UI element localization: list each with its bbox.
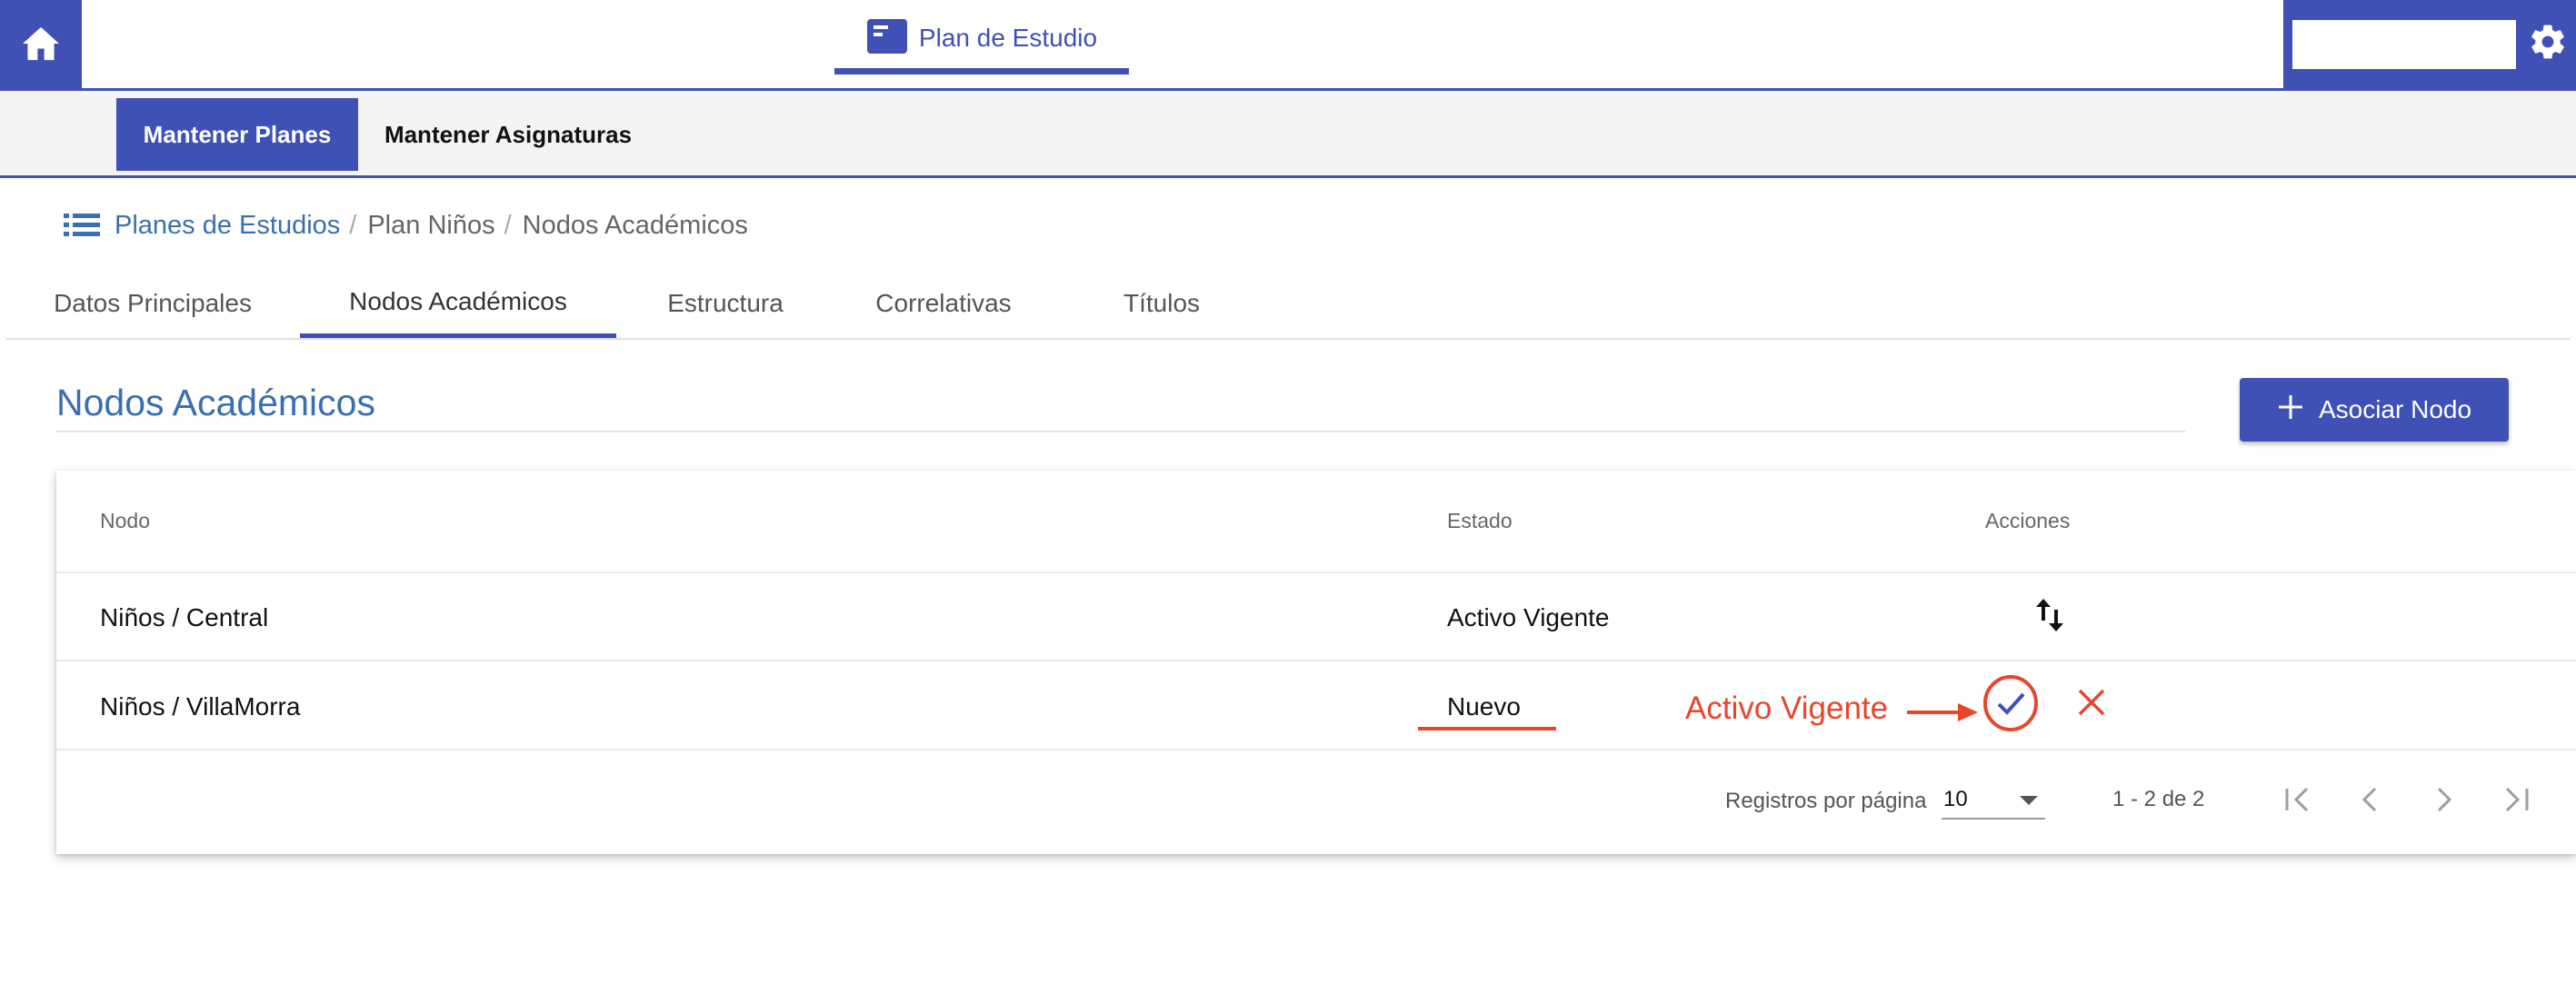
home-icon <box>21 25 61 66</box>
nodes-table: Nodo Estado Acciones Niños / Central Act… <box>56 471 2576 854</box>
next-page-button[interactable] <box>2418 776 2469 827</box>
list-icon[interactable] <box>64 212 100 239</box>
per-page-label: Registros por página <box>1725 789 1927 813</box>
swap-vertical-icon <box>2034 597 2065 638</box>
check-icon <box>1982 674 2040 737</box>
breadcrumb-plan-ninos[interactable]: Plan Niños <box>367 211 494 241</box>
subnav-mantener-asignaturas[interactable]: Mantener Asignaturas <box>358 98 658 171</box>
asociar-nodo-button[interactable]: Asociar Nodo <box>2240 378 2509 442</box>
per-page-value: 10 <box>1943 787 1968 811</box>
section-divider <box>56 431 2185 432</box>
settings-button[interactable] <box>2523 15 2572 73</box>
tab-estructura[interactable]: Estructura <box>616 269 834 338</box>
activate-button[interactable] <box>1982 674 2040 737</box>
module-tab-plan-de-estudio[interactable]: Plan de Estudio <box>834 0 1129 76</box>
caret-down-icon <box>2020 796 2038 805</box>
row-2-estado: Nuevo <box>1447 692 1521 721</box>
breadcrumb-nodos-academicos: Nodos Académicos <box>522 210 748 240</box>
asociar-nodo-label: Asociar Nodo <box>2318 395 2472 423</box>
annotation-label: Activo Vigente <box>1685 691 1889 726</box>
row-divider <box>56 660 2576 661</box>
tab-correlativas[interactable]: Correlativas <box>834 269 1053 338</box>
sub-navigation: Mantener Planes Mantener Asignaturas <box>0 91 2576 178</box>
tab-nodos-academicos[interactable]: Nodos Académicos <box>300 269 616 338</box>
last-page-button[interactable] <box>2491 776 2541 827</box>
reject-button[interactable] <box>2071 683 2112 725</box>
user-area <box>2283 0 2576 91</box>
module-tab-indicator <box>834 68 1129 75</box>
breadcrumb-separator: / <box>349 210 357 240</box>
annotation-arrow <box>1907 701 1980 728</box>
subnav-mantener-planes[interactable]: Mantener Planes <box>116 98 358 171</box>
tab-bar: Datos Principales Nodos Académicos Estru… <box>5 269 2571 340</box>
last-page-icon <box>2500 783 2532 820</box>
module-tab-label: Plan de Estudio <box>918 24 1098 52</box>
breadcrumb-separator: / <box>504 210 512 240</box>
home-button[interactable] <box>0 0 82 91</box>
reorder-button[interactable] <box>2027 594 2072 640</box>
per-page-select[interactable]: 10 <box>1942 780 2045 820</box>
chevron-left-icon <box>2354 783 2387 820</box>
top-bar: Plan de Estudio <box>0 0 2576 91</box>
header-divider <box>56 572 2576 573</box>
previous-page-button[interactable] <box>2345 776 2396 827</box>
user-field[interactable] <box>2292 20 2516 69</box>
gear-icon <box>2528 22 2568 66</box>
breadcrumb: Planes de Estudios / Plan Niños / Nodos … <box>64 205 748 245</box>
column-header-acciones: Acciones <box>1985 509 2071 532</box>
row-1-estado: Activo Vigente <box>1447 603 1610 631</box>
row-divider <box>56 749 2576 750</box>
close-icon <box>2077 688 2106 721</box>
tab-datos-principales[interactable]: Datos Principales <box>5 269 300 338</box>
book-icon <box>866 18 908 59</box>
section-title: Nodos Académicos <box>56 382 375 423</box>
chevron-right-icon <box>2427 783 2460 820</box>
row-1-nodo: Niños / Central <box>100 603 269 631</box>
row-2-nodo: Niños / VillaMorra <box>100 692 301 721</box>
first-page-icon <box>2281 783 2314 820</box>
tab-titulos[interactable]: Títulos <box>1053 269 1271 338</box>
first-page-button[interactable] <box>2272 776 2323 827</box>
column-header-nodo: Nodo <box>100 509 150 532</box>
annotation-underline <box>1418 727 1556 731</box>
column-header-estado: Estado <box>1447 509 1513 532</box>
plus-icon <box>2277 393 2304 427</box>
page-range-label: 1 - 2 de 2 <box>2112 787 2205 811</box>
breadcrumb-planes-de-estudios[interactable]: Planes de Estudios <box>115 211 340 241</box>
